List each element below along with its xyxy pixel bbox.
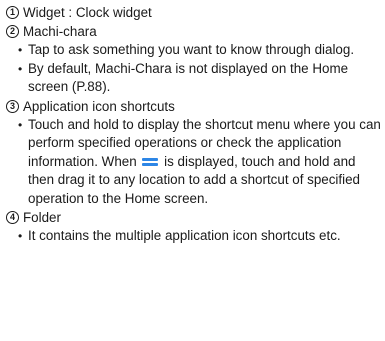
bullet-icon: • [18,229,23,243]
item-title: Machi-chara [23,24,97,39]
bullet-text: Tap to ask something you want to know th… [28,42,355,57]
item-number: 1 [6,6,19,19]
item-application-icon-shortcuts: 3 Application icon shortcuts [6,97,385,116]
bullet-icon: • [18,117,23,132]
bullet-text: By default, Machi-Chara is not displayed… [28,60,349,95]
item-folder: 4 Folder [6,208,385,227]
item-title: Application icon shortcuts [23,98,175,114]
bullet-item: • Touch and hold to display the shortcut… [6,116,385,209]
item-number: 4 [6,211,19,224]
bullet-item: • It contains the multiple application i… [6,227,385,246]
item-title: Widget : Clock widget [23,5,152,20]
item-widget: 1 Widget : Clock widget [6,3,385,22]
item-title: Folder [23,210,61,225]
bullet-icon: • [18,61,23,76]
bullet-text: Touch and hold to display the shortcut m… [28,116,385,209]
bullet-item: • By default, Machi-Chara is not display… [6,60,385,97]
item-number: 3 [6,99,19,113]
item-machi-chara: 2 Machi-chara [6,22,385,41]
manual-page: 1 Widget : Clock widget 2 Machi-chara • … [0,0,385,246]
item-number: 2 [6,25,19,38]
drag-handle-icon [142,156,159,168]
bullet-text: It contains the multiple application ico… [28,228,341,243]
bullet-item: • Tap to ask something you want to know … [6,41,385,60]
bullet-icon: • [18,43,23,57]
